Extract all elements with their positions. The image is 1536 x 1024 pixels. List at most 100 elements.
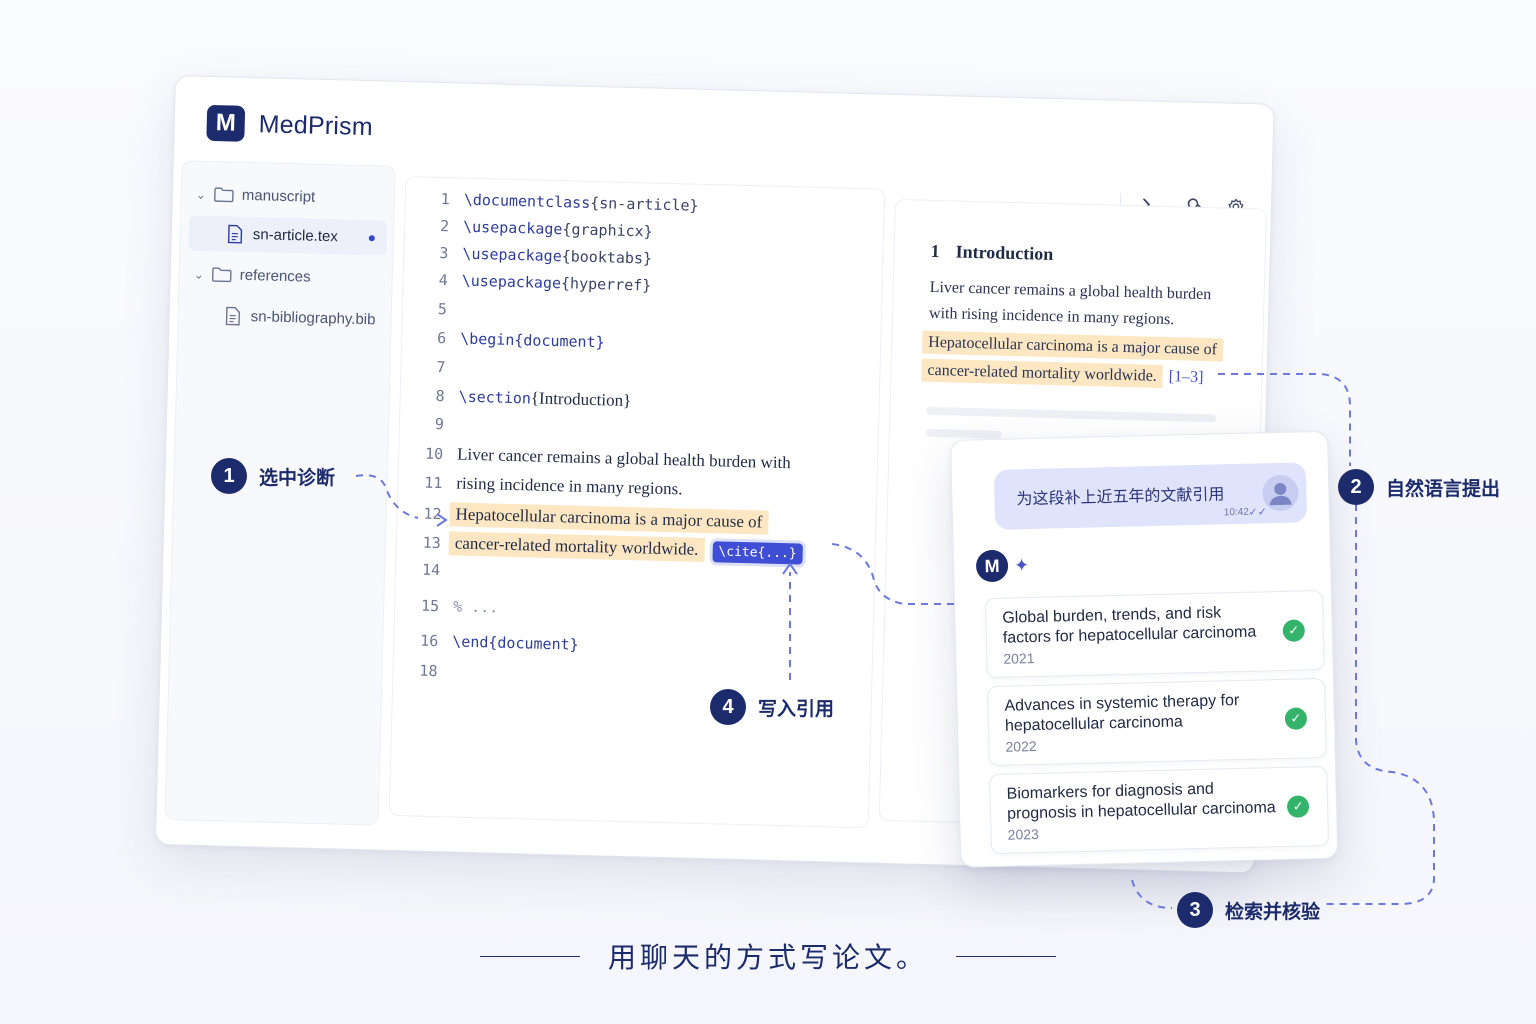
tagline-text: 用聊天的方式写论文。: [607, 943, 928, 974]
code-line: 18: [393, 661, 438, 681]
placeholder-line: [925, 428, 1002, 439]
reference-year: 2023: [1007, 825, 1040, 843]
reference-card[interactable]: Biomarkers for diagnosis and prognosis i…: [989, 765, 1330, 855]
placeholder-line: [926, 406, 1217, 423]
code-line: 9: [400, 414, 444, 433]
preview-text-highlight: Hepatocellular carcinoma is a major caus…: [921, 330, 1224, 362]
chevron-down-icon: ⌄: [195, 187, 207, 202]
section-number: 1: [930, 240, 940, 262]
highlighted-text: cancer-related mortality worldwide.: [921, 358, 1164, 388]
step-1-callout: 1 选中诊断: [211, 458, 335, 494]
reference-card[interactable]: Global burden, trends, and risk factors …: [984, 589, 1325, 679]
chat-panel: 为这段补上近五年的文献引用 10:42 ✓✓ M ✦ Global burden…: [950, 430, 1339, 868]
line-number: 4: [438, 270, 448, 290]
sparkle-icon: ✦: [1013, 554, 1030, 575]
user-message-text: 为这段补上近五年的文献引用: [1016, 486, 1225, 509]
line-number: 15: [420, 596, 440, 616]
folder-label: references: [239, 266, 311, 286]
selected-text[interactable]: cancer-related mortality worldwide.: [448, 531, 705, 563]
body-text: Liver cancer remains a global health bur…: [456, 444, 792, 473]
step-label: 选中诊断: [259, 467, 336, 489]
folder-references[interactable]: ⌄ references: [194, 266, 311, 286]
connector-step-2-to-3: [1324, 504, 1435, 905]
tagline: 用聊天的方式写论文。: [0, 936, 1536, 976]
user-icon: [1269, 482, 1292, 506]
step-number: 1: [211, 458, 247, 494]
line-number: 6: [436, 328, 447, 348]
step-label: 写入引用: [758, 698, 835, 720]
folder-icon: [211, 267, 232, 283]
command-arg: {graphicx}: [562, 220, 653, 241]
code-line: 2 \usepackage{graphicx}: [405, 216, 653, 241]
line-number: 1: [440, 190, 451, 209]
preview-section-heading: 1 Introduction: [930, 241, 1069, 266]
latex-command: \usepackage{booktabs}: [462, 245, 652, 268]
user-avatar: [1261, 474, 1299, 512]
preview-text: Liver cancer remains a global health bur…: [929, 278, 1212, 304]
line-number: 9: [434, 414, 445, 434]
step-number: 3: [1177, 892, 1213, 928]
line-number: 2: [439, 216, 450, 236]
reference-title: Global burden, trends, and risk factors …: [1002, 604, 1257, 647]
latex-command: \end{document}: [452, 632, 579, 654]
preview-text: with rising incidence in many regions.: [928, 304, 1175, 329]
code-line-selected[interactable]: 12 Hepatocellular carcinoma is a major ca…: [397, 501, 769, 535]
body-text: rising incidence in many regions.: [456, 473, 683, 499]
file-label: sn-article.tex: [252, 226, 339, 246]
code-line-selected[interactable]: 13 cancer-related mortality worldwide. \ci…: [397, 530, 803, 565]
user-message-bubble: 为这段补上近五年的文献引用 10:42 ✓✓: [993, 462, 1308, 530]
code-line: 1 \documentclass{sn-article}: [406, 189, 699, 215]
code-line: 15 % ...: [395, 596, 499, 617]
line-number: 14: [421, 560, 441, 580]
code-line: 4 \usepackage{hyperref}: [404, 270, 651, 295]
command-name: \usepackage: [462, 217, 563, 239]
code-line: 14: [396, 560, 441, 580]
verified-check-icon: ✓: [1286, 795, 1310, 818]
latex-command: \begin{document}: [459, 329, 605, 352]
latex-command: \usepackage{graphicx}: [463, 218, 653, 241]
code-editor[interactable]: 1 \documentclass{sn-article} 2 \usepackage…: [388, 176, 886, 829]
code-line: 6 \begin{document}: [402, 328, 605, 351]
latex-command: \section{Introduction}: [458, 387, 631, 412]
file-item-sn-bibliography[interactable]: sn-bibliography.bib: [224, 306, 376, 329]
latex-command: \usepackage{hyperref}: [461, 272, 651, 295]
step-4-callout: 4 写入引用: [710, 689, 834, 725]
file-item-sn-article[interactable]: sn-article.tex: [188, 215, 388, 256]
reference-year: 2022: [1005, 737, 1037, 755]
assistant-avatar: M: [975, 549, 1009, 583]
command-name: \usepackage: [462, 244, 562, 266]
verified-check-icon: ✓: [1284, 707, 1308, 730]
file-icon: [227, 224, 243, 244]
line-number: 18: [419, 661, 438, 681]
command-arg: {Introduction}: [530, 388, 632, 411]
chevron-down-icon: ⌄: [193, 267, 205, 282]
folder-label: manuscript: [241, 186, 316, 206]
code-line: 5: [403, 299, 447, 318]
reference-year: 2021: [1003, 650, 1035, 667]
connector-step-3: [1131, 879, 1173, 909]
command-arg: {hyperref}: [560, 274, 652, 295]
command-name: \section: [458, 387, 532, 408]
folder-manuscript[interactable]: ⌄ manuscript: [196, 186, 316, 206]
message-time: 10:42: [1223, 506, 1249, 519]
command-name: \documentclass: [463, 190, 591, 212]
code-line: 10 Liver cancer remains a global health b…: [399, 443, 791, 473]
reference-title: Biomarkers for diagnosis and prognosis i…: [1006, 780, 1276, 823]
verified-check-icon: ✓: [1282, 619, 1306, 642]
file-label: sn-bibliography.bib: [250, 308, 376, 329]
line-number: 3: [439, 243, 449, 263]
app-name: MedPrism: [258, 109, 374, 141]
line-number: 8: [435, 386, 445, 406]
cite-insert-chip[interactable]: \cite{...}: [712, 541, 803, 565]
code-line: 16 \end{document}: [394, 631, 579, 654]
selected-text[interactable]: Hepatocellular carcinoma is a major caus…: [449, 502, 769, 535]
section-title: Introduction: [955, 241, 1054, 265]
reference-card[interactable]: Advances in systemic therapy for hepatoc…: [987, 677, 1327, 767]
step-label: 检索并核验: [1225, 901, 1321, 923]
line-number: 11: [424, 473, 443, 493]
file-icon: [225, 306, 241, 326]
preview-citation[interactable]: [1–3]: [1169, 368, 1204, 386]
command-arg: {booktabs}: [561, 247, 653, 268]
tagline-rule-right: [956, 955, 1056, 957]
latex-command: \documentclass{sn-article}: [464, 191, 699, 215]
